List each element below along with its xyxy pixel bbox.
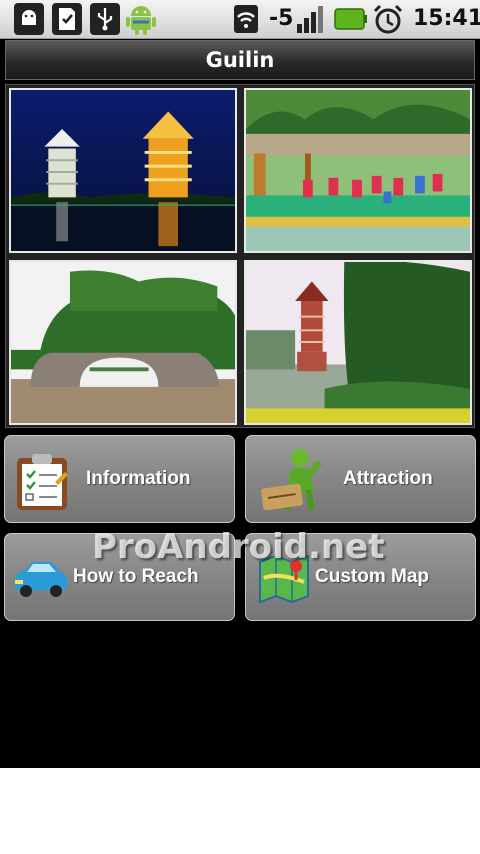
- how-to-reach-label: How to Reach: [73, 566, 199, 587]
- wifi-icon: [233, 3, 259, 35]
- car-icon: [11, 558, 71, 604]
- photo-elephant-trunk-hill[interactable]: [9, 260, 237, 425]
- photo-gallery: [5, 84, 475, 428]
- attraction-label: Attraction: [343, 468, 433, 489]
- battery-icon: [334, 3, 368, 35]
- signal-icon: [296, 3, 328, 35]
- android-debug-icon: [14, 3, 44, 35]
- clipboard-checklist-icon: [15, 452, 71, 516]
- information-button[interactable]: Information: [4, 435, 235, 523]
- clock-time: 15:41: [413, 6, 480, 31]
- photo-pagoda-by-lake[interactable]: [244, 260, 472, 425]
- photo-twin-pagodas-night[interactable]: [9, 88, 237, 253]
- android-robot-icon: [124, 3, 158, 35]
- sd-card-icon: [52, 3, 82, 35]
- photo-folk-dance-performance[interactable]: [244, 88, 472, 253]
- attraction-sign-icon: [258, 446, 324, 518]
- page-title: Guilin: [205, 48, 275, 72]
- custom-map-label: Custom Map: [315, 566, 429, 587]
- app-screen: -5 15:41 Guilin Information Attraction H…: [0, 0, 480, 768]
- attraction-button[interactable]: Attraction: [245, 435, 476, 523]
- information-label: Information: [86, 468, 191, 489]
- title-bar: Guilin: [5, 40, 475, 80]
- status-bar: -5 15:41: [0, 0, 480, 39]
- signal-strength-text: -5: [269, 6, 294, 31]
- usb-icon: [90, 3, 120, 35]
- alarm-icon: [372, 3, 404, 35]
- watermark-text: ProAndroid.net: [92, 527, 385, 567]
